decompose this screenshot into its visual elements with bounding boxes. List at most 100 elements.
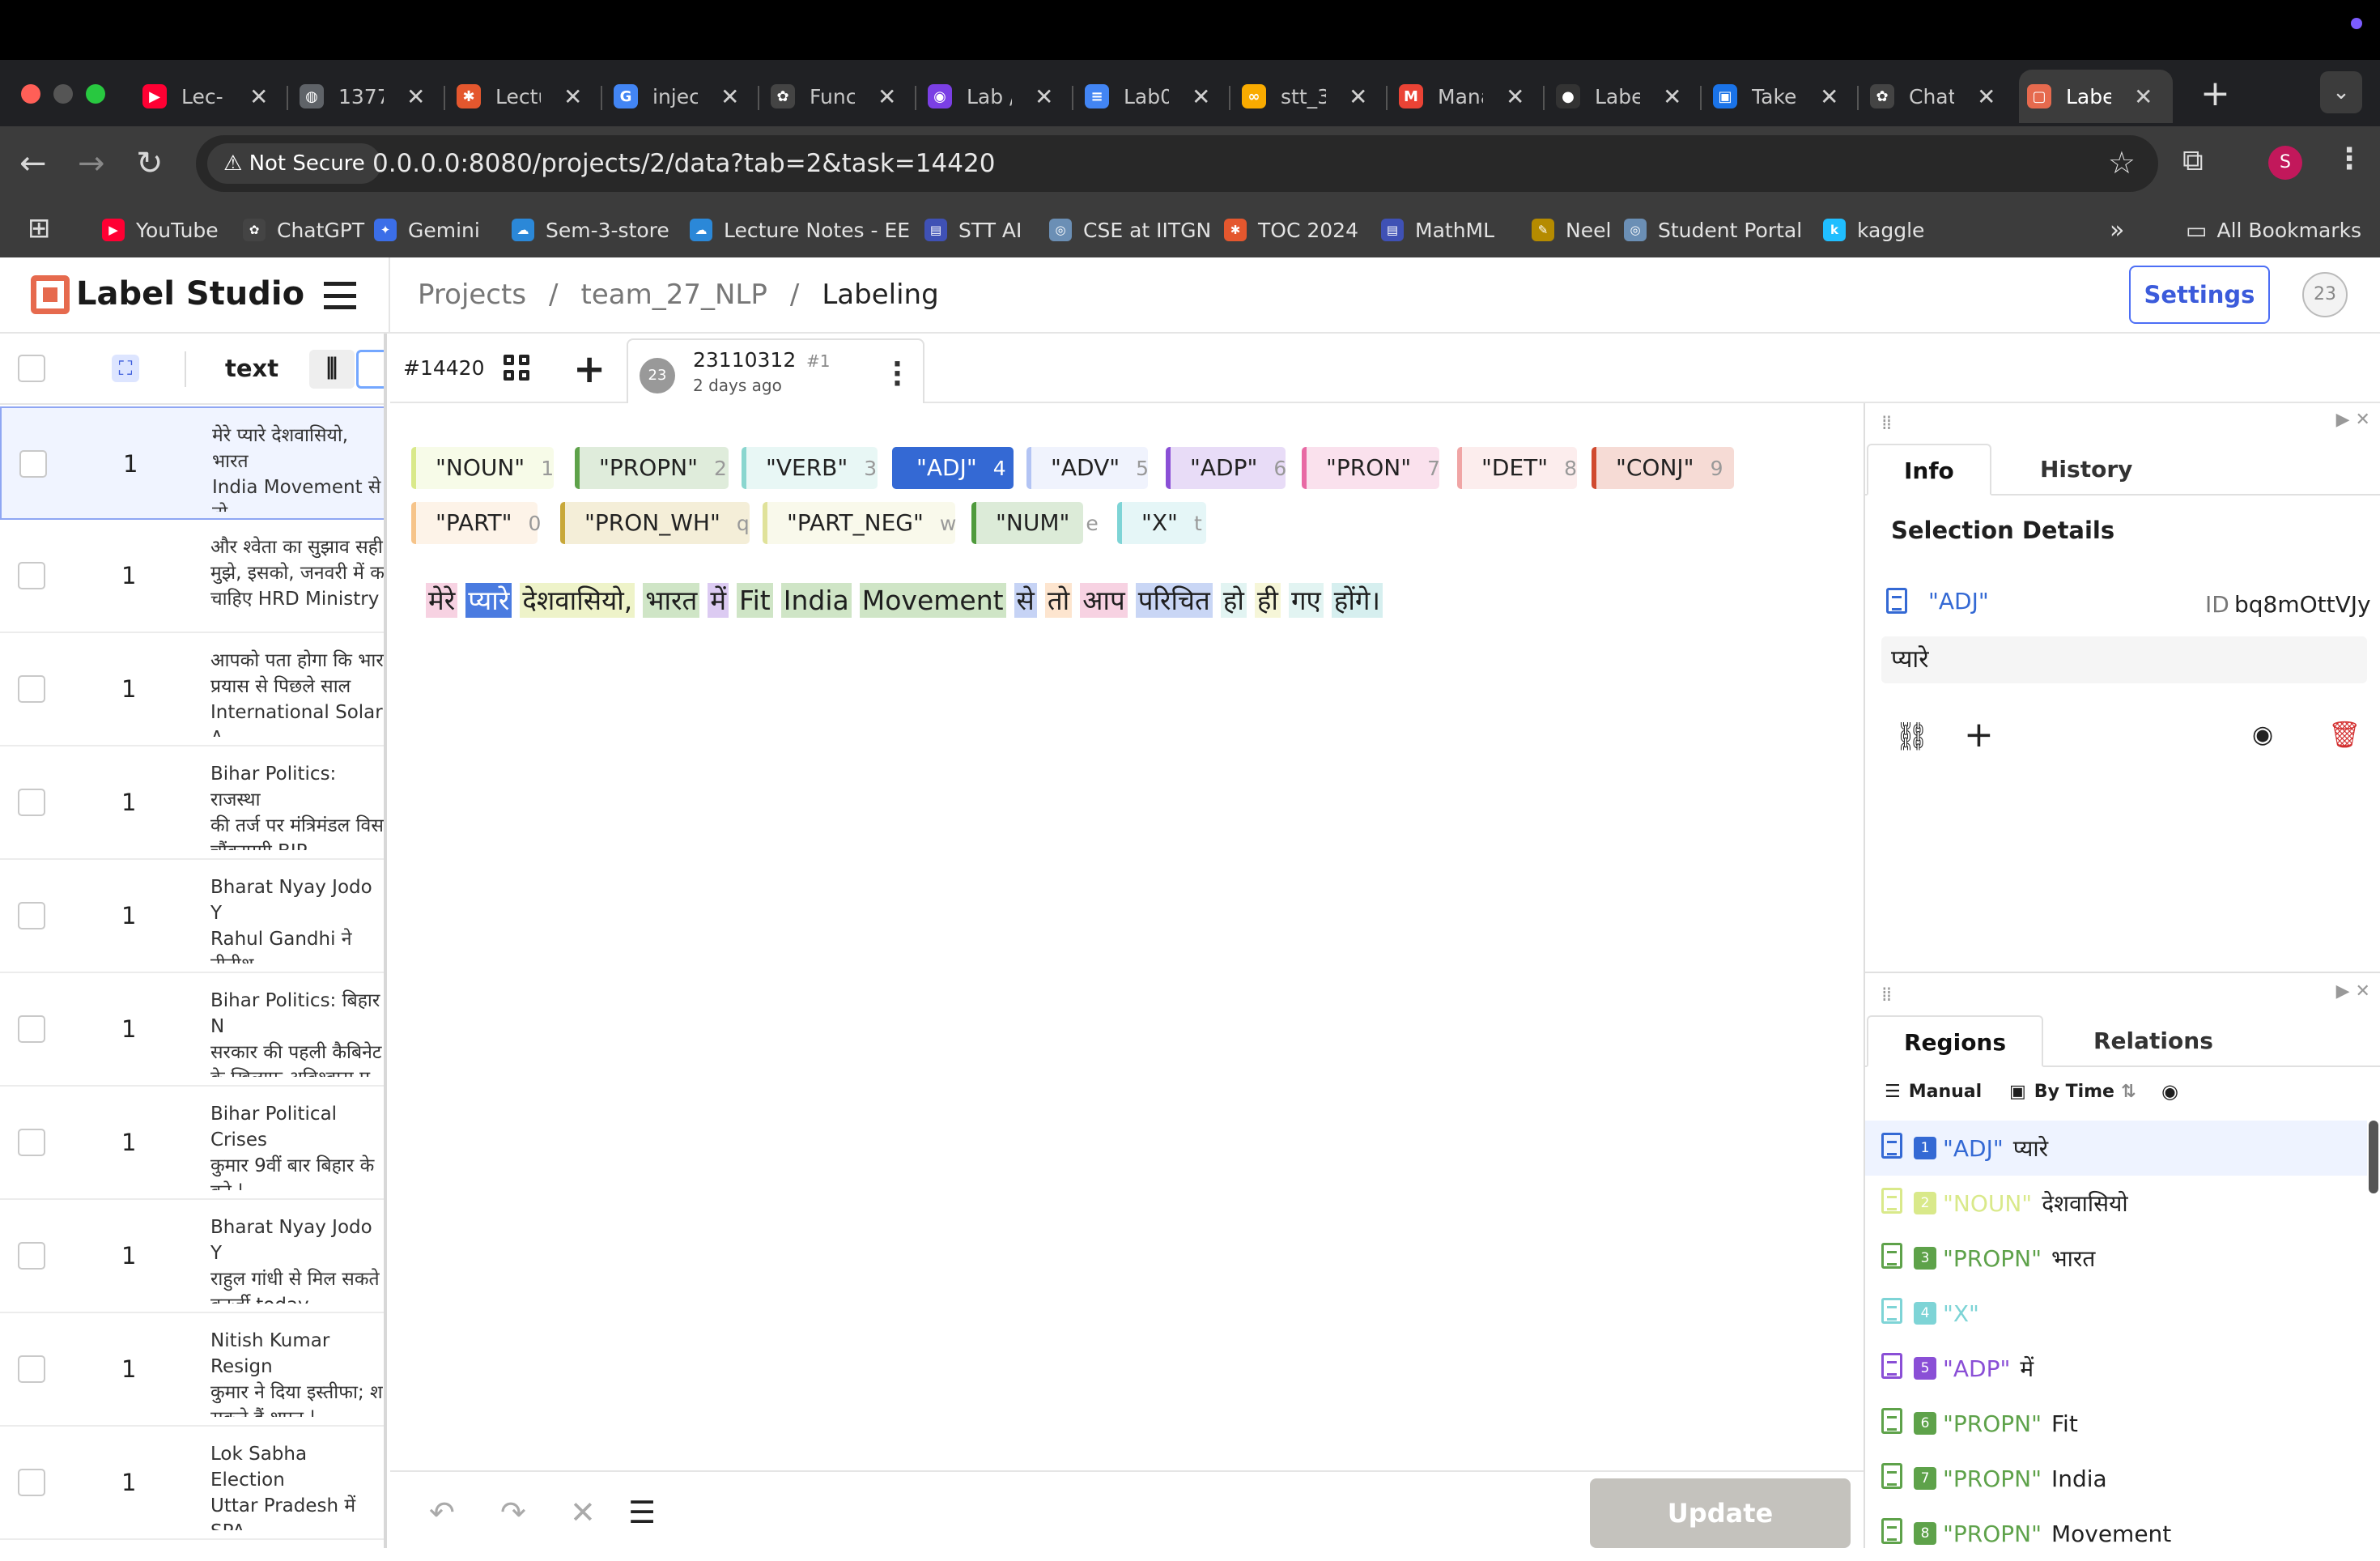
close-tab-icon[interactable]: ✕ bbox=[720, 83, 739, 110]
tab-history[interactable]: History bbox=[2004, 444, 2168, 496]
task-row[interactable]: 1 Lok Sabha Election Uttar Pradesh में SP… bbox=[0, 1427, 384, 1540]
task-row[interactable]: 1 Bihar Politics: राजस्था की तर्ज पर मंत्… bbox=[0, 746, 384, 860]
tab-info[interactable]: Info bbox=[1867, 444, 1991, 496]
forward-icon[interactable]: → bbox=[78, 144, 105, 183]
security-chip[interactable]: ⚠ Not Secure bbox=[207, 143, 381, 184]
drag-handle-icon[interactable]: ⁞⁞ bbox=[1881, 411, 1892, 434]
task-row[interactable]: 1 Bihar Political Crises कुमार 9वीं बार ब… bbox=[0, 1087, 384, 1200]
row-checkbox[interactable] bbox=[18, 902, 45, 929]
close-tab-icon[interactable]: ✕ bbox=[1506, 83, 1524, 110]
panel-collapse-icons[interactable]: ▶ ✕ bbox=[2336, 981, 2370, 1002]
label-button[interactable]: "ADP" 6 bbox=[1166, 447, 1286, 489]
region-item[interactable]: 7 "PROPN" India bbox=[1865, 1451, 2367, 1506]
browser-menu-icon[interactable]: ⋮ bbox=[2335, 142, 2364, 176]
browser-tab[interactable]: ∞ stt_3 ✕ bbox=[1234, 70, 1388, 123]
hamburger-menu-icon[interactable] bbox=[324, 282, 356, 309]
row-checkbox[interactable] bbox=[18, 1469, 45, 1496]
region-item[interactable]: 2 "NOUN" देशवासियो bbox=[1865, 1176, 2367, 1231]
tab-regions[interactable]: Regions bbox=[1867, 1015, 2044, 1067]
breadcrumb-projects[interactable]: Projects bbox=[418, 279, 526, 311]
label-button[interactable]: "NOUN" 1 bbox=[411, 447, 554, 489]
labeled-token[interactable]: आप bbox=[1080, 583, 1128, 618]
labeled-token[interactable]: देशवासियो, bbox=[520, 583, 635, 618]
close-tab-icon[interactable]: ✕ bbox=[1035, 83, 1053, 110]
columns-toggle-icon[interactable]: ⫼ bbox=[309, 350, 355, 389]
update-button[interactable]: Update bbox=[1590, 1478, 1851, 1548]
bookmark-item[interactable]: ▶ YouTube bbox=[102, 215, 219, 245]
browser-tab[interactable]: ● Labe ✕ bbox=[1548, 70, 1702, 123]
redo-icon[interactable]: ↷ bbox=[500, 1495, 526, 1530]
region-item[interactable]: 4 "X" bbox=[1865, 1286, 2367, 1341]
browser-tab[interactable]: ✿ Func ✕ bbox=[763, 70, 916, 123]
regions-visibility-icon[interactable]: ◉ bbox=[2161, 1080, 2178, 1103]
region-item[interactable]: 8 "PROPN" Movement bbox=[1865, 1506, 2367, 1561]
text-to-label[interactable]: मेरे प्यारे देशवासियो, भारत में Fit India Movem… bbox=[426, 581, 1391, 620]
task-row[interactable]: 1 और श्वेता का सुझाव सही मुझे, इसको, जनवर… bbox=[0, 520, 384, 633]
reload-icon[interactable]: ↻ bbox=[136, 144, 164, 183]
region-item[interactable]: 5 "ADP" में bbox=[1865, 1341, 2367, 1396]
close-tab-icon[interactable]: ✕ bbox=[1349, 83, 1367, 110]
task-row[interactable]: 1 मेरे प्यारे देशवासियो, भारत India Movem… bbox=[0, 406, 384, 520]
visibility-icon[interactable]: ◉ bbox=[2252, 721, 2273, 749]
minimize-window-icon[interactable] bbox=[53, 84, 73, 104]
labeled-token[interactable]: तो bbox=[1044, 583, 1073, 618]
bookmark-item[interactable]: ✦ Gemini bbox=[374, 215, 480, 245]
region-item[interactable]: 1 "ADJ" प्यारे bbox=[1865, 1121, 2367, 1176]
labeled-token[interactable]: प्यारे bbox=[465, 583, 512, 618]
label-button[interactable]: "PRON_WH" q bbox=[560, 502, 750, 544]
row-checkbox[interactable] bbox=[18, 1355, 45, 1383]
label-button[interactable]: "PART_NEG" w bbox=[763, 502, 956, 544]
select-all-checkbox[interactable] bbox=[18, 355, 45, 382]
annotation-menu-icon[interactable]: · · · bbox=[892, 351, 903, 398]
region-item[interactable]: 3 "PROPN" भारत bbox=[1865, 1231, 2367, 1286]
browser-tab[interactable]: ◍ 1377 ✕ bbox=[291, 70, 445, 123]
browser-tab[interactable]: ▶ Lec- ✕ bbox=[134, 70, 288, 123]
close-tab-icon[interactable]: ✕ bbox=[563, 83, 582, 110]
sort-time-button[interactable]: ▣ By Time ⇅ bbox=[2009, 1082, 2136, 1102]
new-tab-icon[interactable]: + bbox=[2200, 73, 2230, 114]
bookmark-item[interactable]: ▤ MathML bbox=[1381, 215, 1494, 245]
task-row[interactable]: 1 Bharat Nyay Jodo Y राहुल गांधी से मिल स… bbox=[0, 1200, 384, 1313]
label-button[interactable]: "PROPN" 2 bbox=[575, 447, 729, 489]
bookmark-item[interactable]: ▤ STT AI bbox=[924, 215, 1022, 245]
tab-relations[interactable]: Relations bbox=[2058, 1015, 2249, 1067]
view-toggle-button[interactable] bbox=[356, 350, 384, 389]
browser-tab[interactable]: Ginjec ✕ bbox=[606, 70, 759, 123]
bookmark-item[interactable]: ◎ Student Portal bbox=[1624, 215, 1802, 245]
label-button[interactable]: "CONJ" 9 bbox=[1592, 447, 1734, 489]
labeled-token[interactable]: हो bbox=[1220, 583, 1247, 618]
labeled-token[interactable]: से bbox=[1014, 583, 1037, 618]
labeled-token[interactable]: होंगे। bbox=[1331, 583, 1383, 618]
browser-tab[interactable]: M Mana ✕ bbox=[1391, 70, 1545, 123]
add-relation-icon[interactable]: + bbox=[1964, 714, 1994, 755]
close-tab-icon[interactable]: ✕ bbox=[1663, 83, 1681, 110]
link-icon[interactable]: ⛓ bbox=[1894, 721, 1929, 753]
close-tab-icon[interactable]: ✕ bbox=[249, 83, 268, 110]
extensions-icon[interactable]: ⧉ bbox=[2182, 144, 2204, 178]
add-annotation-icon[interactable]: + bbox=[573, 347, 606, 392]
close-tab-icon[interactable]: ✕ bbox=[2134, 83, 2153, 110]
close-tab-icon[interactable]: ✕ bbox=[406, 83, 425, 110]
drag-handle-icon[interactable]: ⁞⁞ bbox=[1881, 983, 1892, 1006]
labeled-token[interactable]: में bbox=[708, 583, 729, 618]
label-button[interactable]: "DET" 8 bbox=[1457, 447, 1577, 489]
bookmark-star-icon[interactable]: ☆ bbox=[2108, 145, 2136, 181]
bookmark-item[interactable]: ✿ ChatGPT bbox=[243, 215, 364, 245]
close-tab-icon[interactable]: ✕ bbox=[878, 83, 896, 110]
browser-tab[interactable]: ▢ Labe ✕ bbox=[2019, 70, 2173, 123]
labeled-token[interactable]: गए bbox=[1288, 583, 1324, 618]
bookmark-item[interactable]: k kaggle bbox=[1823, 215, 1924, 245]
reset-icon[interactable]: ✕ bbox=[570, 1495, 596, 1530]
browser-tab[interactable]: ✿ Chat ✕ bbox=[1862, 70, 2016, 123]
labeled-token[interactable]: परिचित bbox=[1135, 583, 1213, 618]
bookmark-item[interactable]: ◎ CSE at IITGN bbox=[1049, 215, 1211, 245]
row-checkbox[interactable] bbox=[18, 789, 45, 816]
address-bar[interactable]: ⚠ Not Secure 0.0.0.0:8080/projects/2/dat… bbox=[196, 135, 2158, 192]
more-bookmarks-icon[interactable]: » bbox=[2110, 215, 2124, 245]
task-row[interactable]: 1 Bihar Politics: बिहार N सरकार की पहली क… bbox=[0, 973, 384, 1087]
bookmark-item[interactable]: ☁ Sem-3-store bbox=[512, 215, 669, 245]
user-avatar[interactable]: 23 bbox=[2302, 272, 2348, 317]
labeled-token[interactable]: Fit bbox=[737, 583, 773, 618]
url-text[interactable]: 0.0.0.0:8080/projects/2/data?tab=2&task=… bbox=[372, 135, 995, 192]
grid-view-icon[interactable] bbox=[504, 355, 531, 382]
